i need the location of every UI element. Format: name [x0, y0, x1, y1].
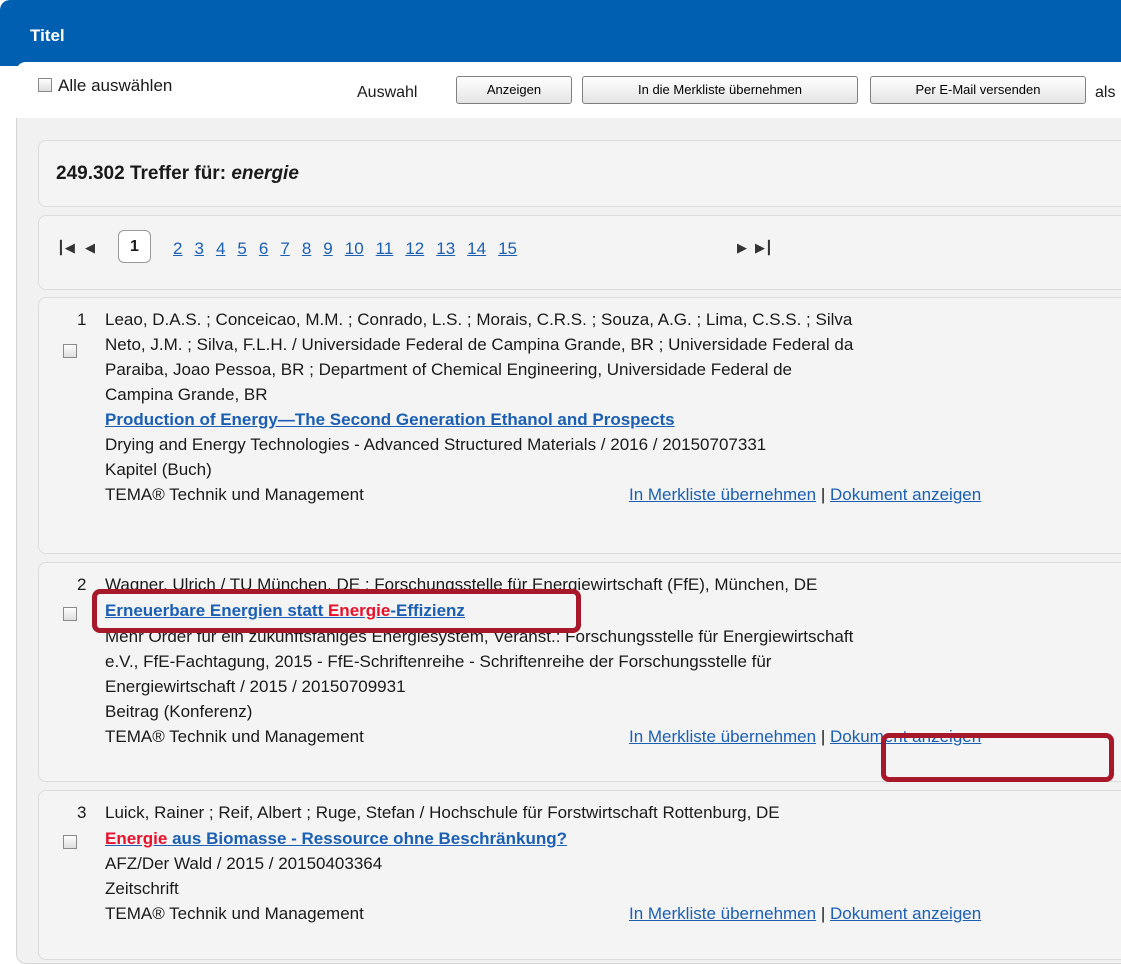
trailing-text: als	[1095, 84, 1116, 101]
result-doc-type: Beitrag (Konferenz)	[105, 702, 253, 721]
result-number: 3	[77, 803, 87, 822]
hits-summary: 249.302 Treffer für: energie	[38, 140, 1121, 207]
result-doc-type: Zeitschrift	[105, 879, 179, 898]
result-item: 3 Luick, Rainer ; Reif, Albert ; Ruge, S…	[38, 790, 1121, 960]
page-link[interactable]: 14	[467, 239, 486, 258]
page-links: 2 3 4 5 6 7 8 9 10 11 12 13 14 15	[173, 239, 529, 259]
page-link[interactable]: 3	[194, 239, 203, 258]
add-to-list-link[interactable]: In Merkliste übernehmen	[629, 904, 816, 923]
result-database: TEMA® Technik und Management	[105, 727, 364, 746]
result-actions: In Merkliste übernehmen | Dokument anzei…	[629, 904, 982, 923]
highlight-show-document-annotation	[881, 733, 1114, 782]
last-page-icon[interactable]: ▶┃	[755, 240, 773, 256]
result-title: Production of Energy—The Second Generati…	[105, 410, 675, 430]
highlight-title-annotation	[92, 589, 581, 633]
result-authors: Neto, J.M. ; Silva, F.L.H. / Universidad…	[105, 335, 854, 354]
next-page-icon[interactable]: ▶	[737, 240, 747, 256]
result-checkbox[interactable]	[63, 835, 77, 849]
page-link[interactable]: 15	[498, 239, 517, 258]
result-database: TEMA® Technik und Management	[105, 485, 364, 504]
result-authors: Leao, D.A.S. ; Conceicao, M.M. ; Conrado…	[105, 310, 853, 329]
result-title-link[interactable]: Production of Energy—The Second Generati…	[105, 410, 675, 429]
show-button[interactable]: Anzeigen	[456, 76, 572, 104]
result-authors: Paraiba, Joao Pessoa, BR ; Department of…	[105, 360, 792, 379]
page-link[interactable]: 7	[280, 239, 289, 258]
add-to-list-link[interactable]: In Merkliste übernehmen	[629, 727, 816, 746]
page-link[interactable]: 8	[302, 239, 311, 258]
result-authors: Campina Grande, BR	[105, 385, 268, 404]
page-link[interactable]: 13	[436, 239, 455, 258]
result-item: 1 Leao, D.A.S. ; Conceicao, M.M. ; Conra…	[38, 297, 1121, 554]
add-to-list-button[interactable]: In die Merkliste übernehmen	[582, 76, 858, 104]
pagination: ┃◀ ◀ 1 2 3 4 5 6 7 8 9 10 11 12 13 14 15 ▶ ▶┃	[38, 215, 1121, 290]
page-link[interactable]: 9	[323, 239, 332, 258]
result-source: Energiewirtschaft / 2015 / 20150709931	[105, 677, 406, 696]
select-all-label: Alle auswählen	[58, 76, 173, 95]
page-link[interactable]: 6	[259, 239, 268, 258]
result-number: 2	[77, 575, 87, 594]
result-title-link[interactable]: Energie aus Biomasse - Ressource ohne Be…	[105, 829, 567, 848]
page-link[interactable]: 2	[173, 239, 182, 258]
results-header: Titel	[0, 0, 1121, 66]
email-button[interactable]: Per E-Mail versenden	[870, 76, 1086, 104]
page-link[interactable]: 12	[405, 239, 424, 258]
result-source: e.V., FfE-Fachtagung, 2015 - FfE-Schrift…	[105, 652, 772, 671]
search-query: energie	[231, 163, 299, 184]
select-all[interactable]: Alle auswählen	[38, 76, 172, 96]
page-link[interactable]: 4	[216, 239, 225, 258]
result-number: 1	[77, 310, 87, 329]
result-title: Energie aus Biomasse - Ressource ohne Be…	[105, 829, 567, 849]
prev-page-icon[interactable]: ◀	[85, 240, 95, 256]
result-actions: In Merkliste übernehmen | Dokument anzei…	[629, 485, 982, 504]
show-document-link[interactable]: Dokument anzeigen	[830, 485, 981, 504]
selection-label: Auswahl	[357, 84, 418, 101]
show-document-link[interactable]: Dokument anzeigen	[830, 904, 981, 923]
select-all-checkbox[interactable]	[38, 77, 52, 92]
add-to-list-link[interactable]: In Merkliste übernehmen	[629, 485, 816, 504]
first-page-icon[interactable]: ┃◀	[57, 240, 75, 256]
result-source: Drying and Energy Technologies - Advance…	[105, 435, 767, 454]
result-authors: Luick, Rainer ; Reif, Albert ; Ruge, Ste…	[105, 803, 780, 822]
result-checkbox[interactable]	[63, 344, 77, 358]
page-link[interactable]: 11	[376, 239, 394, 258]
result-database: TEMA® Technik und Management	[105, 904, 364, 923]
result-source: AFZ/Der Wald / 2015 / 20150403364	[105, 854, 383, 873]
page-link[interactable]: 10	[345, 239, 364, 258]
page-link[interactable]: 5	[237, 239, 246, 258]
current-page: 1	[118, 230, 151, 263]
result-checkbox[interactable]	[63, 607, 77, 621]
hits-count: 249.302 Treffer für: energie	[56, 163, 299, 184]
header-title: Titel	[30, 26, 65, 45]
result-doc-type: Kapitel (Buch)	[105, 460, 212, 479]
